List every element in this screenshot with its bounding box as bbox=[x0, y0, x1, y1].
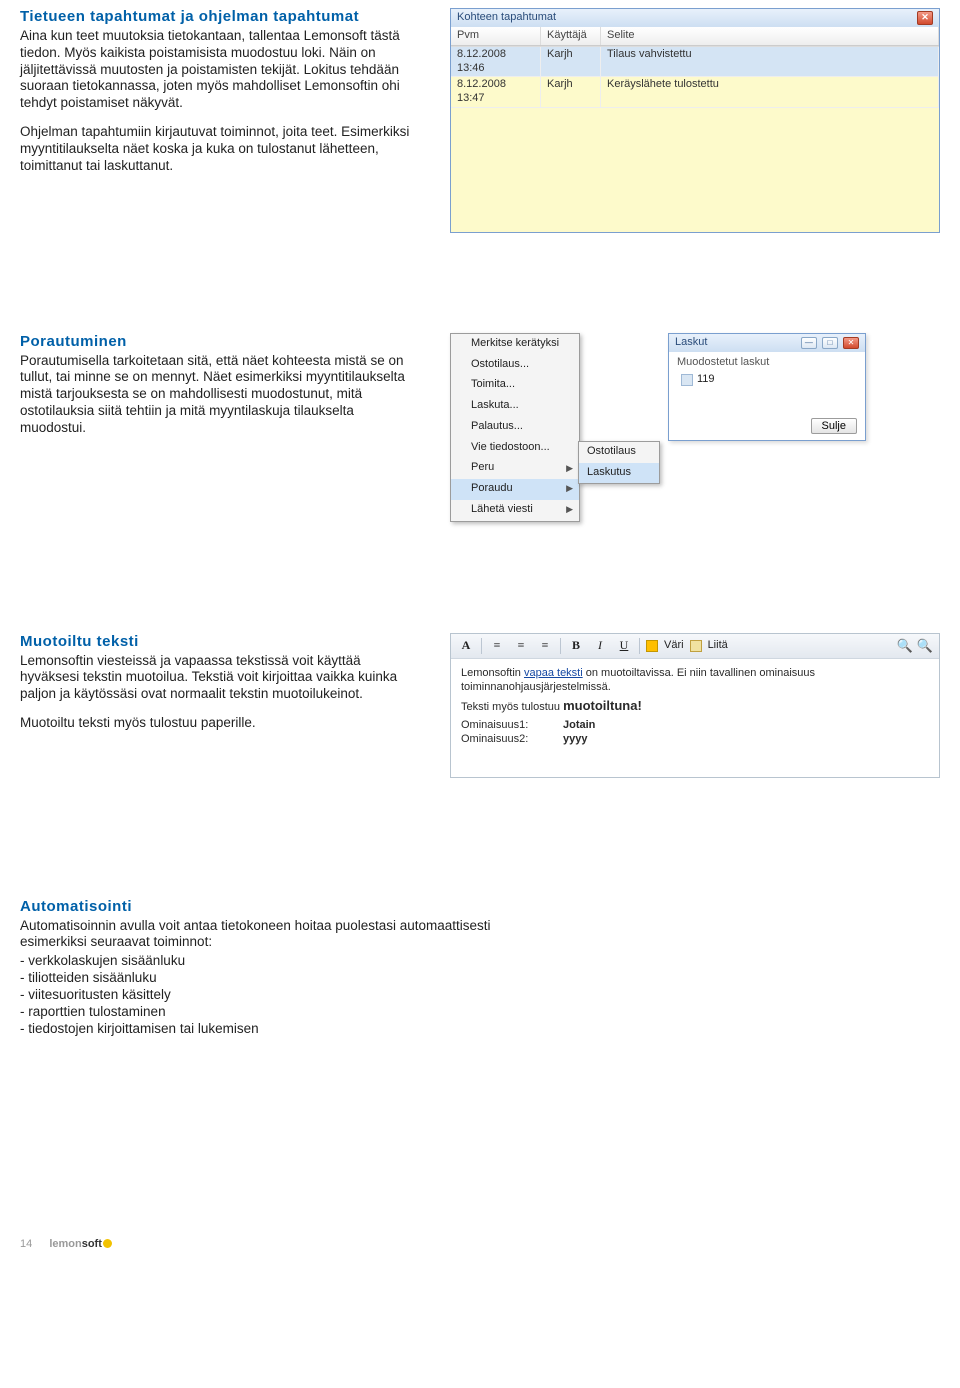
list-item[interactable]: 119 bbox=[675, 371, 859, 389]
maximize-icon[interactable]: □ bbox=[822, 337, 838, 349]
paste-icon[interactable] bbox=[690, 640, 702, 652]
font-a-icon[interactable]: A bbox=[457, 637, 475, 655]
laskut-header: Muodostetut laskut bbox=[675, 356, 859, 372]
ctx-merkitse[interactable]: Merkitse kerätyksi bbox=[451, 334, 579, 355]
cell-selite: Keräyslähete tulostettu bbox=[601, 77, 939, 107]
color-swatch-icon[interactable] bbox=[646, 640, 658, 652]
ctx-palautus[interactable]: Palautus... bbox=[451, 417, 579, 438]
underline-icon[interactable]: U bbox=[615, 637, 633, 655]
vari-label[interactable]: Väri bbox=[664, 639, 684, 653]
rte-link-text: vapaa teksti bbox=[524, 667, 583, 679]
rte-val2: yyyy bbox=[563, 733, 587, 747]
sub-ostotilaus[interactable]: Ostotilaus bbox=[579, 442, 659, 463]
bullet-item: - tiedostojen kirjoittamisen tai lukemis… bbox=[20, 1021, 510, 1038]
sub-laskutus[interactable]: Laskutus bbox=[579, 463, 659, 484]
rte-toolbar: A ≡ ≡ ≡ B I U Väri Liitä 🔍 🔍 bbox=[451, 634, 939, 659]
ctx-peru-label: Peru bbox=[471, 461, 494, 475]
rte-bold-text: muotoiltuna! bbox=[563, 698, 642, 713]
logo-dot-icon bbox=[103, 1239, 112, 1248]
ctx-laskuta[interactable]: Laskuta... bbox=[451, 396, 579, 417]
align-left-icon[interactable]: ≡ bbox=[488, 637, 506, 655]
ctx-poraudu-label: Poraudu bbox=[471, 482, 513, 496]
close-icon[interactable]: ✕ bbox=[917, 11, 933, 25]
align-center-icon[interactable]: ≡ bbox=[512, 637, 530, 655]
rte-key2: Ominaisuus2: bbox=[461, 733, 551, 747]
ctx-poraudu[interactable]: Poraudu ▶ bbox=[451, 479, 579, 500]
ctx-toimita[interactable]: Toimita... bbox=[451, 375, 579, 396]
page-footer: 14 lemonsoft bbox=[20, 1238, 940, 1252]
liita-label[interactable]: Liitä bbox=[708, 639, 728, 653]
ctx-laheta[interactable]: Lähetä viesti ▶ bbox=[451, 500, 579, 521]
section3-p1: Lemonsoftin viesteissä ja vapaassa tekst… bbox=[20, 653, 420, 704]
close-icon[interactable]: ✕ bbox=[843, 337, 859, 349]
section1-p1: Aina kun teet muutoksia tietokantaan, ta… bbox=[20, 28, 420, 112]
rte-body[interactable]: Lemonsoftin vapaa teksti on muotoiltavis… bbox=[451, 659, 939, 777]
rte-text: Teksti myös tulostuu bbox=[461, 701, 563, 713]
logo-part1: lemon bbox=[49, 1238, 81, 1250]
cell-kayttaja: Karjh bbox=[541, 47, 601, 77]
italic-icon[interactable]: I bbox=[591, 637, 609, 655]
separator bbox=[639, 638, 640, 654]
events-title: Kohteen tapahtumat bbox=[457, 11, 556, 25]
section2-p1: Porautumisella tarkoitetaan sitä, että n… bbox=[20, 353, 420, 437]
col-pvm[interactable]: Pvm bbox=[451, 27, 541, 45]
chevron-right-icon: ▶ bbox=[566, 463, 573, 474]
rte-text: Lemonsoftin bbox=[461, 667, 524, 679]
rte-key1: Ominaisuus1: bbox=[461, 719, 551, 733]
section3-p2: Muotoiltu teksti myös tulostuu paperille… bbox=[20, 715, 420, 732]
separator bbox=[481, 638, 482, 654]
events-body: 8.12.2008 13:46 Karjh Tilaus vahvistettu… bbox=[451, 46, 939, 232]
align-right-icon[interactable]: ≡ bbox=[536, 637, 554, 655]
context-menu: Merkitse kerätyksi Ostotilaus... Toimita… bbox=[450, 333, 580, 522]
bullet-item: - verkkolaskujen sisäänluku bbox=[20, 953, 510, 970]
lemonsoft-logo: lemonsoft bbox=[49, 1238, 112, 1250]
events-window: Kohteen tapahtumat ✕ Pvm Käyttäjä Selite… bbox=[450, 8, 940, 233]
minimize-icon[interactable]: — bbox=[801, 337, 817, 349]
laskut-title: Laskut bbox=[675, 336, 707, 350]
cell-selite: Tilaus vahvistettu bbox=[601, 47, 939, 77]
rte-window: A ≡ ≡ ≡ B I U Väri Liitä 🔍 🔍 bbox=[450, 633, 940, 778]
chevron-right-icon: ▶ bbox=[566, 504, 573, 515]
ctx-vie[interactable]: Vie tiedostoon... bbox=[451, 438, 579, 459]
ctx-peru[interactable]: Peru ▶ bbox=[451, 458, 579, 479]
laskut-window: Laskut — □ ✕ Muodostetut laskut 119 Sulj… bbox=[668, 333, 866, 441]
col-selite[interactable]: Selite bbox=[601, 27, 939, 45]
section2-heading: Porautuminen bbox=[20, 333, 420, 352]
cell-pvm: 8.12.2008 13:47 bbox=[451, 77, 541, 107]
context-submenu: Ostotilaus Laskutus bbox=[578, 441, 660, 485]
events-header-row: Pvm Käyttäjä Selite bbox=[451, 27, 939, 46]
bold-icon[interactable]: B bbox=[567, 637, 585, 655]
section4-heading: Automatisointi bbox=[20, 898, 510, 917]
zoom-out-icon[interactable]: 🔍 bbox=[917, 638, 933, 654]
bullet-item: - raporttien tulostaminen bbox=[20, 1004, 510, 1021]
section1-p2: Ohjelman tapahtumiin kirjautuvat toiminn… bbox=[20, 124, 420, 175]
section3-heading: Muotoiltu teksti bbox=[20, 633, 420, 652]
zoom-in-icon[interactable]: 🔍 bbox=[897, 638, 913, 654]
section4-p1: Automatisoinnin avulla voit antaa tietok… bbox=[20, 918, 510, 952]
cell-kayttaja: Karjh bbox=[541, 77, 601, 107]
ctx-laheta-label: Lähetä viesti bbox=[471, 503, 533, 517]
logo-part2: soft bbox=[82, 1238, 102, 1250]
rte-val1: Jotain bbox=[563, 719, 595, 733]
table-row[interactable]: 8.12.2008 13:46 Karjh Tilaus vahvistettu bbox=[451, 47, 939, 78]
sulje-button[interactable]: Sulje bbox=[811, 418, 857, 434]
bullet-item: - tiliotteiden sisäänluku bbox=[20, 970, 510, 987]
chevron-right-icon: ▶ bbox=[566, 483, 573, 494]
cell-pvm: 8.12.2008 13:46 bbox=[451, 47, 541, 77]
bullet-item: - viitesuoritusten käsittely bbox=[20, 987, 510, 1004]
table-row[interactable]: 8.12.2008 13:47 Karjh Keräyslähete tulos… bbox=[451, 77, 939, 108]
separator bbox=[560, 638, 561, 654]
section1-heading: Tietueen tapahtumat ja ohjelman tapahtum… bbox=[20, 8, 420, 27]
page-number: 14 bbox=[20, 1238, 32, 1250]
col-kayttaja[interactable]: Käyttäjä bbox=[541, 27, 601, 45]
ctx-ostotilaus[interactable]: Ostotilaus... bbox=[451, 355, 579, 376]
